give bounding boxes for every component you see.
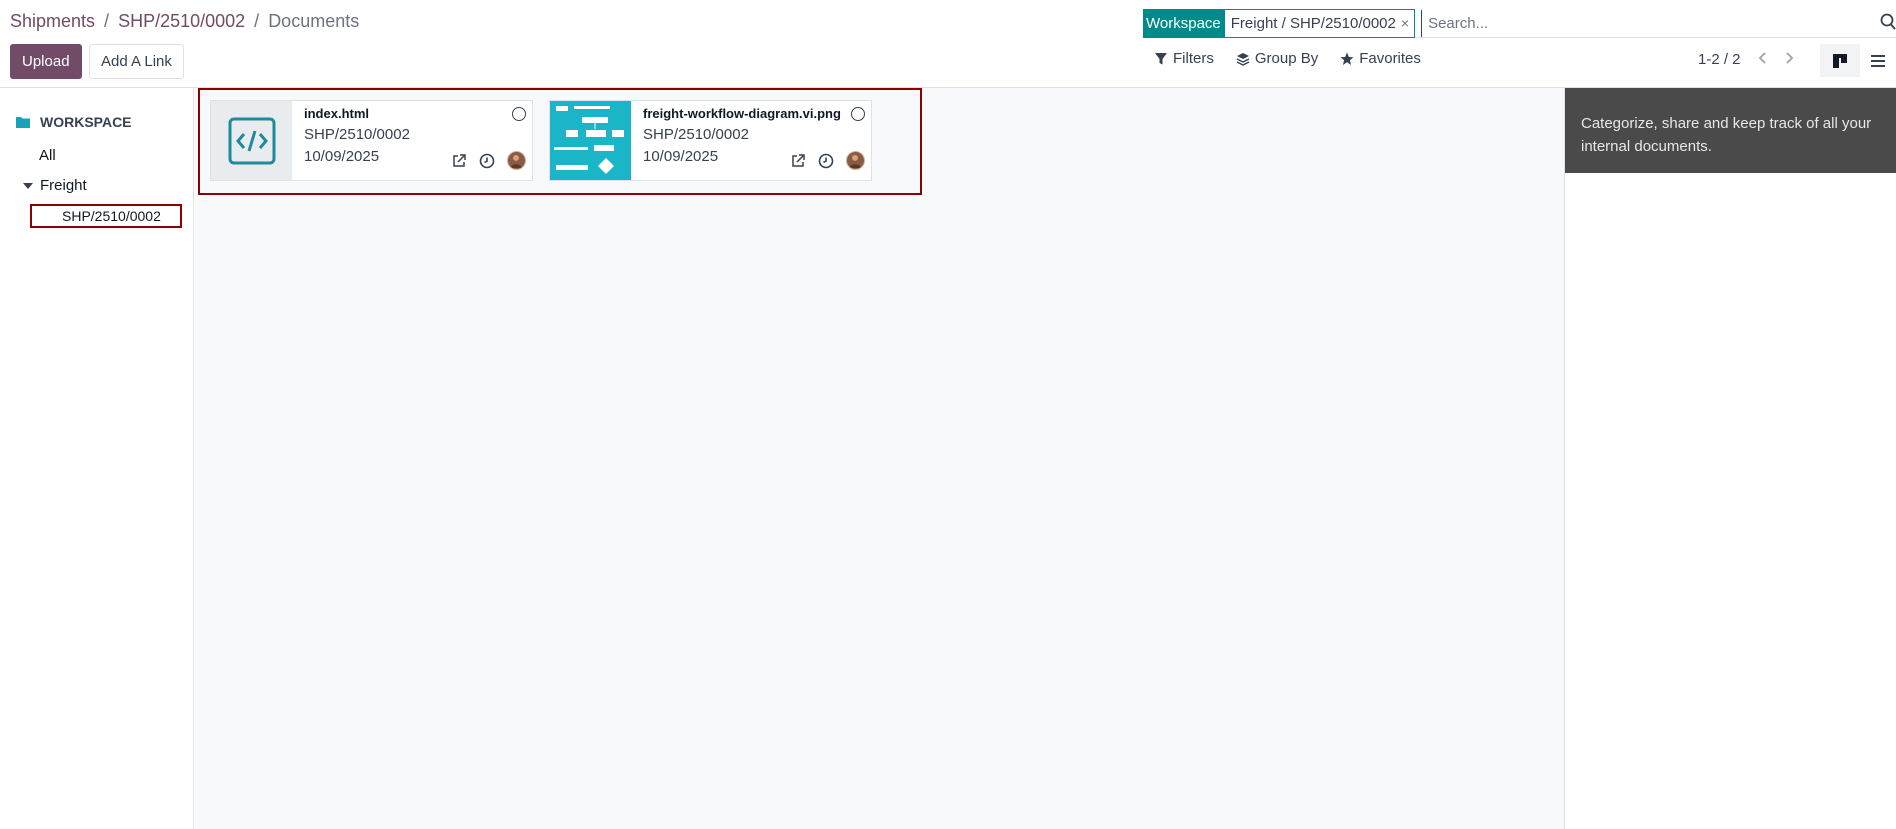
breadcrumb-current: Documents xyxy=(268,11,360,31)
breadcrumb: Shipments / SHP/2510/0002 / Documents xyxy=(10,11,359,32)
filter-bar: Filters Group By Favorites xyxy=(1154,50,1421,67)
kanban-icon xyxy=(1833,53,1847,68)
search-facet-value: Freight / SHP/2510/0002 xyxy=(1230,14,1396,32)
document-record[interactable]: SHP/2510/0002 xyxy=(304,126,532,143)
breadcrumb-separator: / xyxy=(104,11,110,31)
documents-kanban: index.html SHP/2510/0002 10/09/2025 frei… xyxy=(195,88,1564,829)
sidebar-item-freight-label: Freight xyxy=(40,177,87,194)
external-link-icon[interactable] xyxy=(790,153,806,169)
document-actions xyxy=(451,151,526,170)
select-radio[interactable] xyxy=(512,107,526,121)
document-thumbnail xyxy=(211,101,292,180)
document-card-body: index.html SHP/2510/0002 10/09/2025 xyxy=(292,101,532,180)
search-bar: Workspace Freight / SHP/2510/0002 × xyxy=(1143,8,1896,38)
document-record[interactable]: SHP/2510/0002 xyxy=(643,126,871,143)
document-card[interactable]: freight-workflow-diagram.vi.png SHP/2510… xyxy=(549,100,872,181)
search-icon[interactable] xyxy=(1880,13,1896,31)
layers-icon xyxy=(1236,52,1250,66)
document-card[interactable]: index.html SHP/2510/0002 10/09/2025 xyxy=(210,100,533,181)
workspace-header: WORKSPACE xyxy=(16,114,132,130)
kanban-view-button[interactable] xyxy=(1820,44,1860,77)
upload-button[interactable]: Upload xyxy=(10,44,82,79)
select-radio[interactable] xyxy=(851,107,865,121)
facet-close-icon[interactable]: × xyxy=(1401,15,1409,31)
filter-icon xyxy=(1155,52,1167,64)
clock-icon[interactable] xyxy=(818,153,834,169)
external-link-icon[interactable] xyxy=(451,153,467,169)
breadcrumb-separator: / xyxy=(254,11,260,31)
pager-value[interactable]: 1-2 / 2 xyxy=(1698,51,1741,68)
inspector-panel: Categorize, share and keep track of all … xyxy=(1564,88,1896,829)
document-thumbnail xyxy=(550,101,631,180)
document-name: index.html xyxy=(304,106,370,121)
group-by-label: Group By xyxy=(1254,50,1319,67)
filters-label: Filters xyxy=(1173,50,1214,67)
document-card-body: freight-workflow-diagram.vi.png SHP/2510… xyxy=(631,101,871,180)
caret-down-icon[interactable] xyxy=(23,183,33,190)
code-icon xyxy=(228,117,275,164)
list-icon xyxy=(1871,54,1885,67)
chevron-right-icon[interactable] xyxy=(1782,50,1796,66)
folder-icon xyxy=(16,117,30,128)
chevron-left-icon[interactable] xyxy=(1756,50,1770,66)
filters-button[interactable]: Filters xyxy=(1154,50,1214,67)
control-panel: Shipments / SHP/2510/0002 / Documents Up… xyxy=(0,0,1896,88)
search-facet: Freight / SHP/2510/0002 × xyxy=(1223,8,1416,38)
help-message: Categorize, share and keep track of all … xyxy=(1565,88,1896,173)
workspace-sidebar: WORKSPACE All Freight SHP/2510/0002 xyxy=(0,88,194,829)
add-link-button[interactable]: Add A Link xyxy=(89,44,184,79)
document-actions xyxy=(790,151,865,170)
sidebar-item-all[interactable]: All xyxy=(39,147,56,164)
search-facet-label: Workspace xyxy=(1143,8,1224,38)
sidebar-item-shipment-folder[interactable]: SHP/2510/0002 xyxy=(30,204,182,228)
list-view-button[interactable] xyxy=(1858,44,1896,77)
breadcrumb-shipments[interactable]: Shipments xyxy=(10,11,95,32)
group-by-button[interactable]: Group By xyxy=(1236,50,1318,67)
favorites-label: Favorites xyxy=(1359,50,1421,67)
favorites-button[interactable]: Favorites xyxy=(1340,50,1421,67)
search-input[interactable] xyxy=(1421,9,1896,37)
breadcrumb-shipment-record[interactable]: SHP/2510/0002 xyxy=(118,11,245,32)
workspace-title: WORKSPACE xyxy=(40,114,132,130)
avatar[interactable] xyxy=(507,151,526,170)
avatar[interactable] xyxy=(846,151,865,170)
sidebar-item-shipment-label: SHP/2510/0002 xyxy=(62,208,161,224)
clock-icon[interactable] xyxy=(479,153,495,169)
sidebar-item-freight[interactable]: Freight xyxy=(23,177,87,194)
document-name: freight-workflow-diagram.vi.png xyxy=(643,106,841,121)
star-icon xyxy=(1340,52,1354,65)
diagram-thumbnail-icon xyxy=(554,106,624,174)
